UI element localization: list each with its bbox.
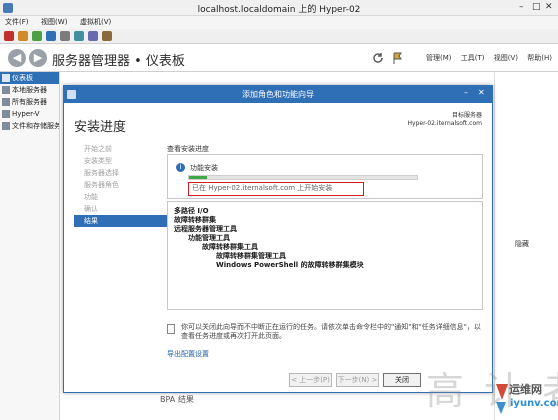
servers-icon	[2, 98, 10, 106]
sidebar-item-all-servers[interactable]: 所有服务器	[0, 96, 59, 108]
server-icon	[2, 86, 10, 94]
status-title: 功能安装	[190, 164, 218, 172]
previous-button[interactable]: < 上一步(P)	[289, 373, 332, 387]
step-before-you-begin: 开始之前	[84, 145, 112, 153]
menu-vm[interactable]: 虚拟机(V)	[75, 16, 116, 28]
step-server-roles: 服务器角色	[84, 181, 119, 189]
sidebar-item-label: Hyper-V	[12, 110, 40, 118]
sidebar-item-label: 本地服务器	[12, 86, 47, 94]
wizard-content: 查看安装进度 i 功能安装 已在 Hyper-02.iternalsoft.co…	[167, 144, 483, 358]
step-features: 功能	[84, 193, 98, 201]
forward-arrow-icon[interactable]: ▶	[29, 49, 47, 67]
feature-item: 多路径 I/O	[174, 207, 209, 215]
feature-item: 故障转移群集工具	[202, 243, 258, 251]
notifications-flag-icon[interactable]	[392, 52, 404, 64]
feature-list[interactable]: 多路径 I/O 故障转移群集 远程服务器管理工具 功能管理工具 故障转移群集工具 故障转移…	[167, 201, 483, 310]
note-text: 你可以关闭此向导而不中断正在运行的任务。请依次单击命令栏中的"通知"和"任务详细…	[181, 323, 481, 340]
breadcrumb: 服务器管理器 • 仪表板	[52, 54, 185, 69]
step-server-selection: 服务器选择	[84, 169, 119, 177]
target-server-name: Hyper-02.iternalsoft.com	[407, 120, 482, 127]
target-server-info: 目标服务器 Hyper-02.iternalsoft.com	[408, 112, 482, 128]
step-installation-type: 安装类型	[84, 157, 112, 165]
sidebar: 仪表板 本地服务器 所有服务器 Hyper-V 文件和存储服务	[0, 72, 60, 420]
feature-item: 远程服务器管理工具	[174, 225, 237, 233]
vm-window-title: localhost.localdomain 上的 Hyper-02	[197, 5, 361, 15]
wizard-steps: 开始之前 安装类型 服务器选择 服务器角色 功能 确认 结果	[74, 143, 169, 227]
step-results[interactable]: 结果	[74, 215, 169, 227]
menu-tools[interactable]: 工具(T)	[461, 54, 485, 62]
hide-link[interactable]: 隐藏	[515, 239, 529, 249]
export-settings-link[interactable]: 导出配置设置	[167, 349, 209, 359]
minimize-icon[interactable]: –	[519, 2, 524, 12]
sidebar-item-label: 文件和存储服务	[12, 122, 59, 130]
sidebar-item-label: 仪表板	[12, 74, 33, 82]
pause-icon[interactable]	[18, 31, 28, 41]
snapshot-icon[interactable]	[46, 31, 56, 41]
wizard-title-bar: 添加角色和功能向导 – ✕	[64, 86, 492, 103]
section-label: 查看安装进度	[167, 145, 209, 153]
sidebar-item-hyper-v[interactable]: Hyper-V	[0, 108, 59, 120]
step-confirmation: 确认	[84, 205, 98, 213]
menu-help[interactable]: 帮助(H)	[527, 54, 552, 62]
menu-file[interactable]: 文件(F)	[0, 16, 34, 28]
vm-title-bar: localhost.localdomain 上的 Hyper-02 – □ ✕	[0, 0, 558, 16]
wizard-title: 添加角色和功能向导	[242, 90, 314, 99]
wizard-close-icon[interactable]: ✕	[478, 88, 485, 97]
storage-icon	[2, 122, 10, 130]
next-button[interactable]: 下一步(N) >	[336, 373, 379, 387]
header-menu: 管理(M) 工具(T) 视图(V) 帮助(H)	[419, 53, 552, 63]
install-started-message: 已在 Hyper-02.iternalsoft.com 上开始安装	[188, 182, 364, 196]
watermark-site-name: 运维网	[509, 383, 542, 396]
vm-toolbar	[0, 29, 558, 44]
info-icon: i	[176, 163, 185, 172]
wizard-minimize-icon[interactable]: –	[464, 88, 468, 97]
menu-view[interactable]: 视图(W)	[36, 16, 72, 28]
sidebar-item-file-storage[interactable]: 文件和存储服务	[0, 120, 59, 132]
sidebar-item-local-server[interactable]: 本地服务器	[0, 84, 59, 96]
menu-view-sm[interactable]: 视图(V)	[494, 54, 518, 62]
page-title: 安装进度	[74, 120, 127, 135]
feature-item: Windows PowerShell 的故障转移群集模块	[216, 261, 364, 269]
revert-icon[interactable]	[60, 31, 70, 41]
note-icon	[167, 324, 175, 334]
server-manager-header: ◀ ▶ 服务器管理器 • 仪表板 管理(M) 工具(T) 视图(V) 帮助(H)	[0, 44, 558, 72]
feature-item: 故障转移群集	[174, 216, 216, 224]
maximize-icon[interactable]: □	[532, 2, 541, 12]
bpa-results-label: BPA 结果	[160, 395, 194, 404]
close-icon[interactable]: ✕	[545, 2, 553, 12]
refresh-icon[interactable]	[372, 52, 384, 64]
back-arrow-icon[interactable]: ◀	[8, 49, 26, 67]
vm-menu-bar: 文件(F) 视图(W) 虚拟机(V)	[0, 16, 558, 29]
sidebar-item-label: 所有服务器	[12, 98, 47, 106]
installation-progress-bar	[188, 175, 418, 180]
feature-item: 功能管理工具	[188, 234, 230, 242]
close-button[interactable]: 关闭	[383, 373, 421, 387]
sidebar-item-dashboard[interactable]: 仪表板	[0, 72, 59, 84]
network-icon[interactable]	[88, 31, 98, 41]
console-icon[interactable]	[102, 31, 112, 41]
progress-fill	[189, 176, 208, 179]
watermark-site-url: iyunv.com	[510, 398, 558, 409]
hyper-v-icon	[2, 110, 10, 118]
menu-manage[interactable]: 管理(M)	[426, 54, 452, 62]
cd-icon[interactable]	[74, 31, 84, 41]
stop-icon[interactable]	[4, 31, 14, 41]
dashboard-icon	[2, 74, 10, 82]
installation-status-box: i 功能安装 已在 Hyper-02.iternalsoft.com 上开始安装	[167, 154, 483, 199]
play-icon[interactable]	[32, 31, 42, 41]
target-server-label: 目标服务器	[451, 112, 482, 119]
close-wizard-note: 你可以关闭此向导而不中断正在运行的任务。请依次单击命令栏中的"通知"和"任务详细…	[167, 323, 483, 341]
feature-item: 故障转移群集管理工具	[216, 252, 286, 260]
add-roles-wizard: 添加角色和功能向导 – ✕ 安装进度 目标服务器 Hyper-02.iterna…	[63, 85, 493, 393]
